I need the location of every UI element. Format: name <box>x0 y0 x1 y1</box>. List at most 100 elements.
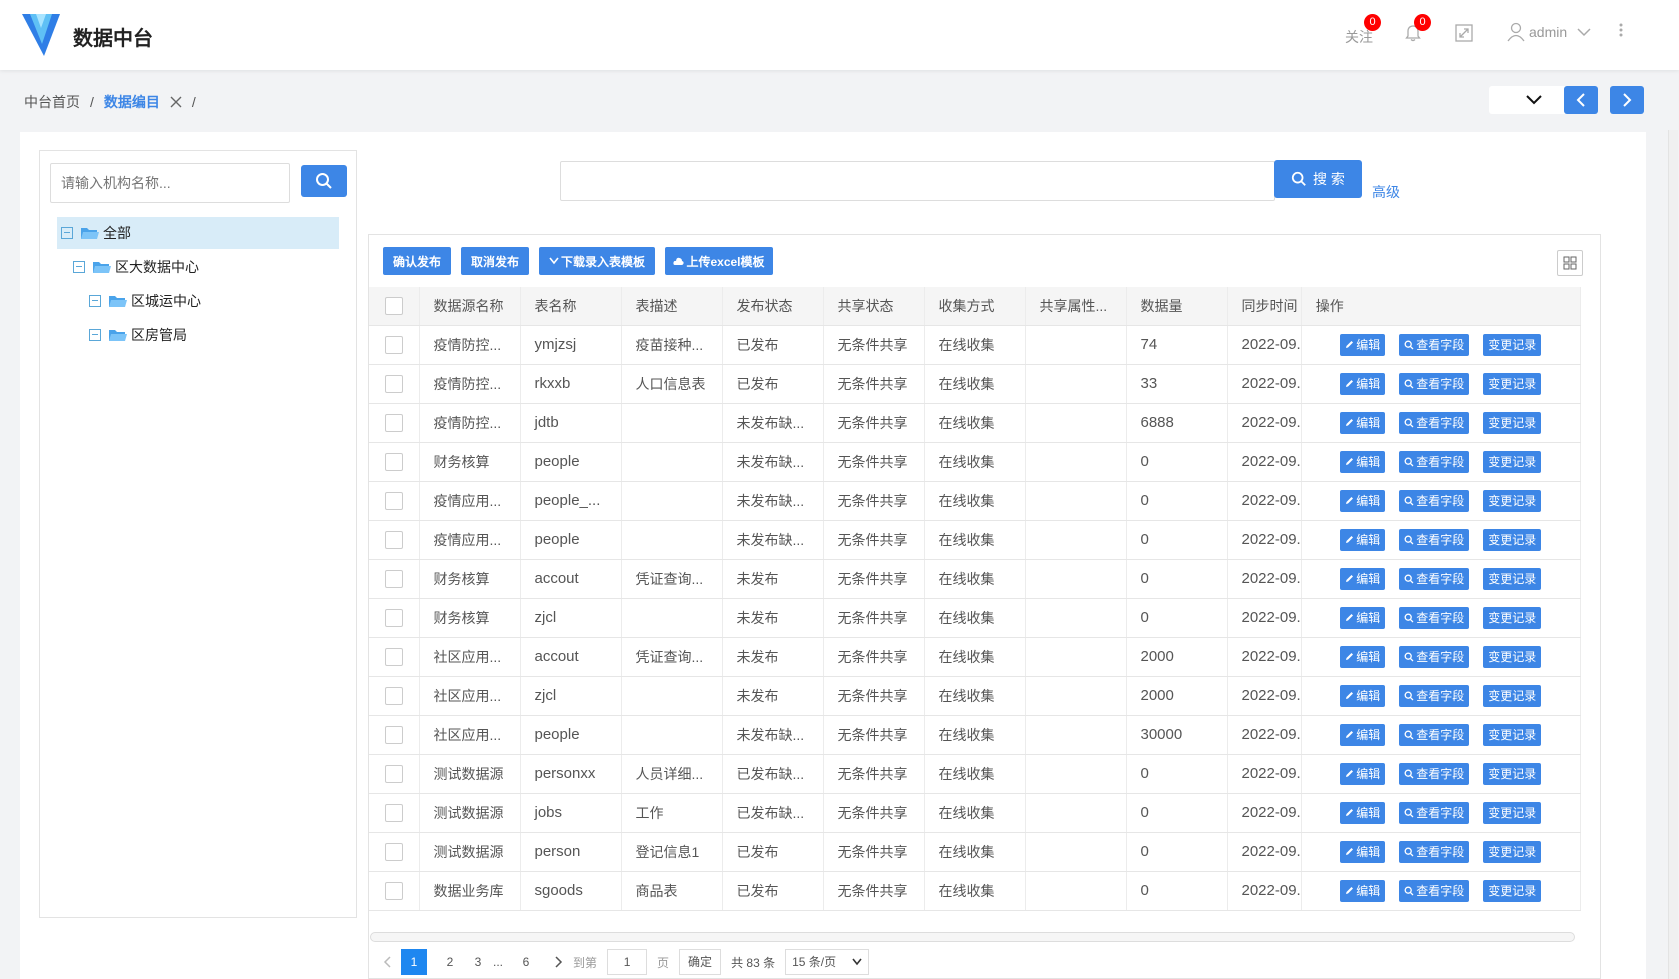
col-header[interactable]: 共享属性... <box>1025 287 1127 326</box>
table-row[interactable]: 数据业务库 sgoods 商品表 已发布 无条件共享 在线收集 0 2022-09. 编辑 查看字… <box>369 871 1581 911</box>
edit-button[interactable]: 编辑 <box>1340 411 1386 434</box>
row-checkbox[interactable] <box>384 842 403 861</box>
edit-button[interactable]: 编辑 <box>1340 645 1386 668</box>
search-button[interactable]: 搜 索 <box>1274 160 1362 198</box>
table-row[interactable]: 疫情防控... jdtb 未发布缺... 无条件共享 在线收集 6888 2022-09. 编… <box>369 403 1581 443</box>
page-number[interactable]: 6 <box>513 949 539 975</box>
row-checkbox[interactable] <box>384 881 403 900</box>
edit-button[interactable]: 编辑 <box>1340 879 1386 902</box>
row-checkbox[interactable] <box>384 647 403 666</box>
edit-button[interactable]: 编辑 <box>1340 372 1386 395</box>
edit-button[interactable]: 编辑 <box>1340 528 1386 551</box>
horizontal-scrollbar[interactable] <box>370 932 1575 942</box>
view-fields-button[interactable]: 查看字段 <box>1399 567 1470 590</box>
column-settings-button[interactable] <box>1557 250 1583 276</box>
table-row[interactable]: 测试数据源 person 登记信息1 已发布 无条件共享 在线收集 0 2022-09. 编辑 查… <box>369 832 1581 872</box>
advanced-search-link[interactable]: 高级 <box>1372 182 1400 202</box>
edit-button[interactable]: 编辑 <box>1340 567 1386 590</box>
row-checkbox[interactable] <box>384 530 403 549</box>
col-header[interactable]: 共享状态 <box>823 287 925 326</box>
row-checkbox[interactable] <box>384 491 403 510</box>
edit-button[interactable]: 编辑 <box>1340 684 1386 707</box>
row-checkbox[interactable] <box>384 413 403 432</box>
page-number[interactable]: 1 <box>401 949 427 975</box>
change-log-button[interactable]: 变更记录 <box>1483 645 1542 668</box>
change-log-button[interactable]: 变更记录 <box>1483 450 1542 473</box>
page-number[interactable]: 2 <box>437 949 463 975</box>
edit-button[interactable]: 编辑 <box>1340 606 1386 629</box>
col-header[interactable]: 数据量 <box>1126 287 1228 326</box>
tree-node-data-center[interactable]: 区大数据中心 <box>73 251 199 283</box>
collapse-icon[interactable] <box>61 227 73 239</box>
change-log-button[interactable]: 变更记录 <box>1483 840 1542 863</box>
table-row[interactable]: 测试数据源 jobs 工作 已发布缺... 无条件共享 在线收集 0 2022-09. 编辑 查看… <box>369 793 1581 833</box>
row-checkbox[interactable] <box>384 608 403 627</box>
table-row[interactable]: 社区应用... accout 凭证查询... 未发布 无条件共享 在线收集 2000 2022… <box>369 637 1581 677</box>
more-menu-button[interactable] <box>1619 22 1623 41</box>
table-row[interactable]: 疫情应用... people_... 未发布缺... 无条件共享 在线收集 0 2022-0… <box>369 481 1581 521</box>
row-checkbox[interactable] <box>384 686 403 705</box>
edit-button[interactable]: 编辑 <box>1340 801 1386 824</box>
catalog-search-input[interactable] <box>560 161 1275 201</box>
table-row[interactable]: 财务核算 accout 凭证查询... 未发布 无条件共享 在线收集 0 2022-09. 编辑… <box>369 559 1581 599</box>
collapse-icon[interactable] <box>89 329 101 341</box>
view-fields-button[interactable]: 查看字段 <box>1399 645 1470 668</box>
view-fields-button[interactable]: 查看字段 <box>1399 723 1470 746</box>
edit-button[interactable]: 编辑 <box>1340 489 1386 512</box>
edit-button[interactable]: 编辑 <box>1340 333 1386 356</box>
col-header[interactable]: 同步时间 <box>1227 287 1302 326</box>
change-log-button[interactable]: 变更记录 <box>1483 879 1542 902</box>
row-checkbox[interactable] <box>384 452 403 471</box>
col-header[interactable]: 表描述 <box>621 287 723 326</box>
view-fields-button[interactable]: 查看字段 <box>1399 879 1470 902</box>
fullscreen-button[interactable] <box>1455 24 1473 45</box>
view-fields-button[interactable]: 查看字段 <box>1399 333 1470 356</box>
table-row[interactable]: 疫情应用... people 未发布缺... 无条件共享 在线收集 0 2022-09. 编辑… <box>369 520 1581 560</box>
cancel-publish-button[interactable]: 取消发布 <box>461 247 529 275</box>
tree-node-all[interactable]: 全部 <box>57 217 339 249</box>
edit-button[interactable]: 编辑 <box>1340 723 1386 746</box>
row-checkbox[interactable] <box>384 764 403 783</box>
col-header[interactable]: 发布状态 <box>722 287 824 326</box>
tree-node-housing[interactable]: 区房管局 <box>89 319 187 351</box>
table-row[interactable]: 社区应用... zjcl 未发布 无条件共享 在线收集 2000 2022-09. 编辑 查看字… <box>369 676 1581 716</box>
edit-button[interactable]: 编辑 <box>1340 840 1386 863</box>
change-log-button[interactable]: 变更记录 <box>1483 411 1542 434</box>
breadcrumb-home[interactable]: 中台首页 <box>24 92 80 112</box>
table-row[interactable]: 疫情防控... rkxxb 人口信息表 已发布 无条件共享 在线收集 33 2022-09. 编… <box>369 364 1581 404</box>
change-log-button[interactable]: 变更记录 <box>1483 489 1542 512</box>
org-search-button[interactable] <box>301 165 347 197</box>
col-header[interactable]: 数据源名称 <box>419 287 521 326</box>
page-size-select[interactable]: 15 条/页 <box>785 949 870 975</box>
tree-node-city-ops[interactable]: 区城运中心 <box>89 285 201 317</box>
view-fields-button[interactable]: 查看字段 <box>1399 762 1470 785</box>
row-checkbox[interactable] <box>384 803 403 822</box>
table-row[interactable]: 疫情防控... ymjzsj 疫苗接种... 已发布 无条件共享 在线收集 74 2022-0… <box>369 325 1581 365</box>
col-header[interactable]: 表名称 <box>520 287 622 326</box>
row-checkbox[interactable] <box>384 335 403 354</box>
edit-button[interactable]: 编辑 <box>1340 762 1386 785</box>
page-number[interactable]: 3 <box>473 949 483 975</box>
select-all-checkbox[interactable] <box>384 296 403 315</box>
view-fields-button[interactable]: 查看字段 <box>1399 801 1470 824</box>
tabs-next-button[interactable] <box>1610 86 1644 114</box>
user-menu[interactable]: admin <box>1507 22 1591 42</box>
table-row[interactable]: 测试数据源 personxx 人员详细... 已发布缺... 无条件共享 在线收集 0 202… <box>369 754 1581 794</box>
goto-confirm-button[interactable]: 确定 <box>679 949 722 975</box>
change-log-button[interactable]: 变更记录 <box>1483 567 1542 590</box>
download-template-button[interactable]: 下载录入表模板 <box>539 247 655 275</box>
chevron-left-icon[interactable] <box>383 956 391 968</box>
change-log-button[interactable]: 变更记录 <box>1483 801 1542 824</box>
breadcrumb-current[interactable]: 数据编目 <box>104 92 160 112</box>
change-log-button[interactable]: 变更记录 <box>1483 606 1542 629</box>
row-checkbox[interactable] <box>384 725 403 744</box>
view-fields-button[interactable]: 查看字段 <box>1399 489 1470 512</box>
confirm-publish-button[interactable]: 确认发布 <box>383 247 451 275</box>
view-fields-button[interactable]: 查看字段 <box>1399 372 1470 395</box>
org-search-input[interactable] <box>50 163 290 203</box>
change-log-button[interactable]: 变更记录 <box>1483 372 1542 395</box>
row-checkbox[interactable] <box>384 374 403 393</box>
view-fields-button[interactable]: 查看字段 <box>1399 450 1470 473</box>
change-log-button[interactable]: 变更记录 <box>1483 333 1542 356</box>
change-log-button[interactable]: 变更记录 <box>1483 723 1542 746</box>
